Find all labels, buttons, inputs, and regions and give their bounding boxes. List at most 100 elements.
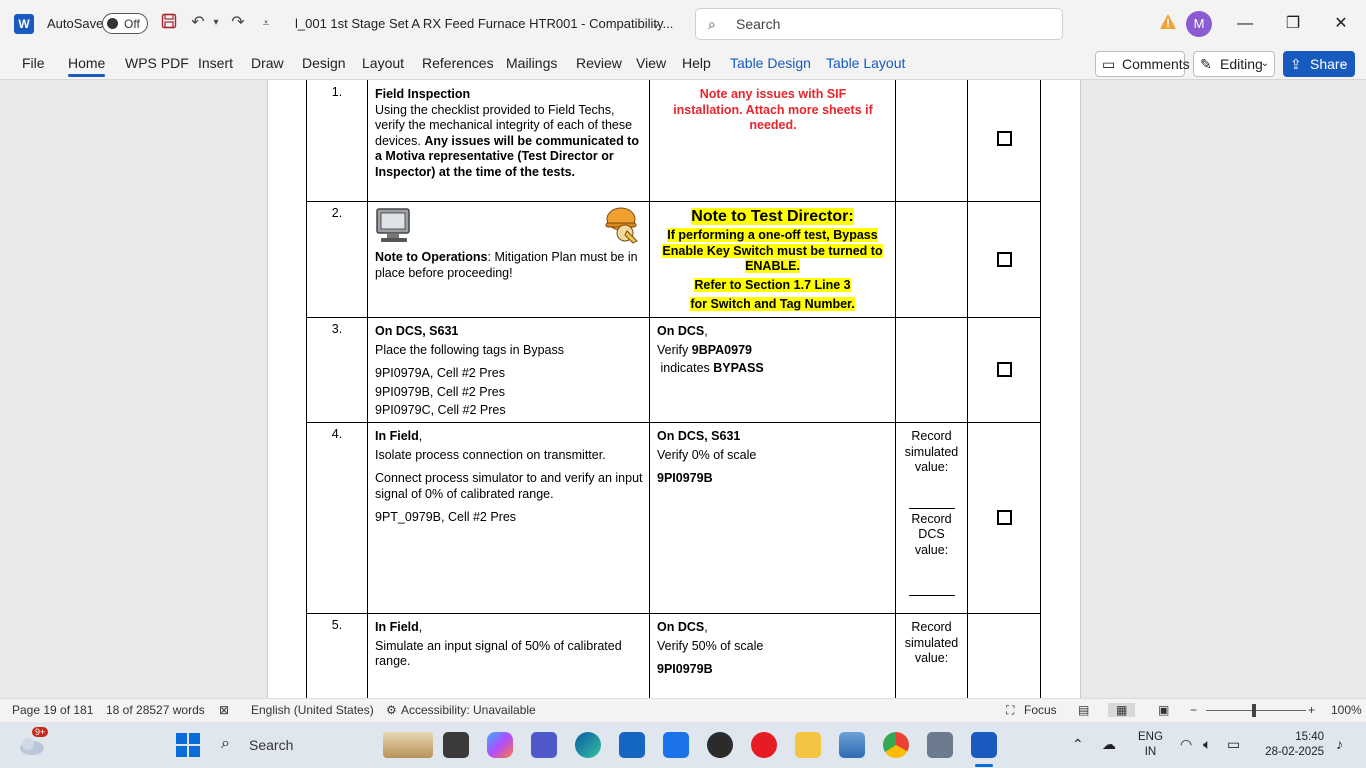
- share-button[interactable]: ⇪ Share ⌄: [1283, 51, 1355, 77]
- focus-icon[interactable]: ⛶: [1006, 703, 1014, 718]
- page-count[interactable]: Page 19 of 181: [12, 703, 93, 717]
- taskbar-search[interactable]: ⌕ Search: [215, 729, 365, 761]
- zoom-in-icon[interactable]: +: [1308, 703, 1315, 717]
- web-layout-icon[interactable]: ▣: [1158, 703, 1169, 717]
- word-count[interactable]: 18 of 28527 words: [106, 703, 205, 717]
- check-cell[interactable]: [967, 80, 1041, 202]
- notifications-bell-icon[interactable]: ♪: [1336, 736, 1343, 752]
- proofing-icon[interactable]: ⊠: [219, 703, 229, 717]
- user-avatar[interactable]: M: [1186, 11, 1212, 37]
- step-number[interactable]: 4.: [306, 422, 368, 614]
- tab-table-layout[interactable]: Table Layout: [826, 55, 905, 71]
- tab-layout[interactable]: Layout: [362, 55, 404, 71]
- opera-icon[interactable]: [751, 732, 777, 758]
- step-cell[interactable]: Field Inspection Using the checklist pro…: [367, 80, 650, 202]
- photos-icon[interactable]: [839, 732, 865, 758]
- tab-file[interactable]: File: [22, 55, 45, 71]
- search-input[interactable]: [736, 15, 1036, 33]
- read-mode-icon[interactable]: ▤: [1078, 703, 1089, 717]
- checkbox[interactable]: [997, 362, 1012, 377]
- tab-wps-pdf[interactable]: WPS PDF: [125, 55, 189, 71]
- step-number[interactable]: 5.: [306, 613, 368, 698]
- checkbox[interactable]: [997, 252, 1012, 267]
- verify-cell[interactable]: Note to Test Director: If performing a o…: [649, 201, 896, 318]
- zoom-slider[interactable]: [1206, 710, 1306, 711]
- record-simulated-line[interactable]: [908, 507, 955, 509]
- tab-insert[interactable]: Insert: [198, 55, 233, 71]
- checkbox[interactable]: [997, 510, 1012, 525]
- verify-cell[interactable]: On DCS, Verify 9BPA0979 indicates BYPASS: [649, 317, 896, 423]
- cloud-sync-icon[interactable]: ☁: [1102, 736, 1116, 753]
- record-cell[interactable]: [895, 201, 968, 318]
- undo-icon[interactable]: ↶: [188, 13, 208, 33]
- input-language[interactable]: ENG IN: [1138, 730, 1163, 760]
- tab-references[interactable]: References: [422, 55, 494, 71]
- clock[interactable]: 15:40 28-02-2025: [1265, 730, 1324, 760]
- battery-icon[interactable]: ▭: [1227, 736, 1240, 753]
- tab-table-design[interactable]: Table Design: [730, 55, 811, 71]
- record-cell[interactable]: Record simulated value:: [895, 613, 968, 698]
- minimize-icon[interactable]: —: [1222, 0, 1268, 48]
- tab-mailings[interactable]: Mailings: [506, 55, 557, 71]
- wifi-icon[interactable]: ◠: [1180, 736, 1192, 753]
- focus-label[interactable]: Focus: [1024, 703, 1057, 717]
- dell-icon[interactable]: [707, 732, 733, 758]
- redo-icon[interactable]: ↷: [228, 13, 248, 33]
- start-icon[interactable]: [176, 733, 200, 762]
- verify-cell[interactable]: Note any issues with SIF installation. A…: [649, 80, 896, 202]
- maximize-icon[interactable]: ❐: [1270, 0, 1316, 48]
- undo-dropdown-icon[interactable]: ▾: [206, 13, 226, 33]
- check-cell[interactable]: [967, 317, 1041, 423]
- language-status[interactable]: English (United States): [251, 703, 374, 717]
- word-taskbar-icon[interactable]: [971, 732, 997, 758]
- autosave-toggle[interactable]: Off: [102, 13, 148, 34]
- check-cell[interactable]: [967, 613, 1041, 698]
- title-chevron-down-icon[interactable]: ⌄: [646, 13, 666, 33]
- editing-button[interactable]: ✎ Editing ⌄: [1193, 51, 1275, 77]
- zoom-slider-thumb[interactable]: [1252, 704, 1256, 717]
- step-cell[interactable]: Note to Operations: Mitigation Plan must…: [367, 201, 650, 318]
- record-dcs-line[interactable]: [908, 595, 955, 596]
- zoom-out-icon[interactable]: −: [1190, 703, 1197, 717]
- verify-cell[interactable]: On DCS, S631 Verify 0% of scale 9PI0979B: [649, 422, 896, 614]
- file-explorer-icon[interactable]: [795, 732, 821, 758]
- record-cell[interactable]: [895, 317, 968, 423]
- comments-button[interactable]: ▭ Comments: [1095, 51, 1190, 77]
- accessibility-icon[interactable]: ⚙: [386, 703, 397, 717]
- procedure-table[interactable]: 1. Field Inspection Using the checklist …: [306, 80, 1041, 698]
- chrome-icon[interactable]: [883, 732, 909, 758]
- power-automate-icon[interactable]: [663, 732, 689, 758]
- store-icon[interactable]: [619, 732, 645, 758]
- save-icon[interactable]: [159, 13, 179, 33]
- checkbox[interactable]: [997, 131, 1012, 146]
- tab-view[interactable]: View: [636, 55, 666, 71]
- edge-icon[interactable]: [575, 732, 601, 758]
- record-cell[interactable]: [895, 80, 968, 202]
- verify-cell[interactable]: On DCS, Verify 50% of scale 9PI0979B: [649, 613, 896, 698]
- document-area[interactable]: 1. Field Inspection Using the checklist …: [0, 80, 1366, 698]
- remote-desktop-icon[interactable]: [927, 732, 953, 758]
- close-icon[interactable]: ✕: [1318, 0, 1364, 48]
- tab-design[interactable]: Design: [302, 55, 346, 71]
- terminal-icon[interactable]: [443, 732, 469, 758]
- zoom-level[interactable]: 100%: [1331, 703, 1362, 717]
- step-cell[interactable]: On DCS, S631 Place the following tags in…: [367, 317, 650, 423]
- tray-chevron-up-icon[interactable]: ⌃: [1072, 736, 1084, 753]
- tab-home[interactable]: Home: [68, 55, 106, 77]
- step-cell[interactable]: In Field, Simulate an input signal of 50…: [367, 613, 650, 698]
- volume-icon[interactable]: 🔈︎: [1203, 736, 1211, 753]
- print-layout-icon[interactable]: ▦: [1108, 703, 1136, 717]
- step-number[interactable]: 3.: [306, 317, 368, 423]
- warning-icon[interactable]: [1159, 13, 1177, 31]
- tab-help[interactable]: Help: [682, 55, 711, 71]
- tab-draw[interactable]: Draw: [251, 55, 284, 71]
- record-cell[interactable]: Record simulated value: Record DCS value…: [895, 422, 968, 614]
- step-cell[interactable]: In Field, Isolate process connection on …: [367, 422, 650, 614]
- step-number[interactable]: 1.: [306, 80, 368, 202]
- step-number[interactable]: 2.: [306, 201, 368, 318]
- tab-review[interactable]: Review: [576, 55, 622, 71]
- document-title[interactable]: l_001 1st Stage Set A RX Feed Furnace HT…: [295, 16, 673, 31]
- copilot-icon[interactable]: [487, 732, 513, 758]
- weather-widget-icon[interactable]: 9+: [18, 727, 49, 757]
- search-box[interactable]: ⌕: [695, 8, 1063, 40]
